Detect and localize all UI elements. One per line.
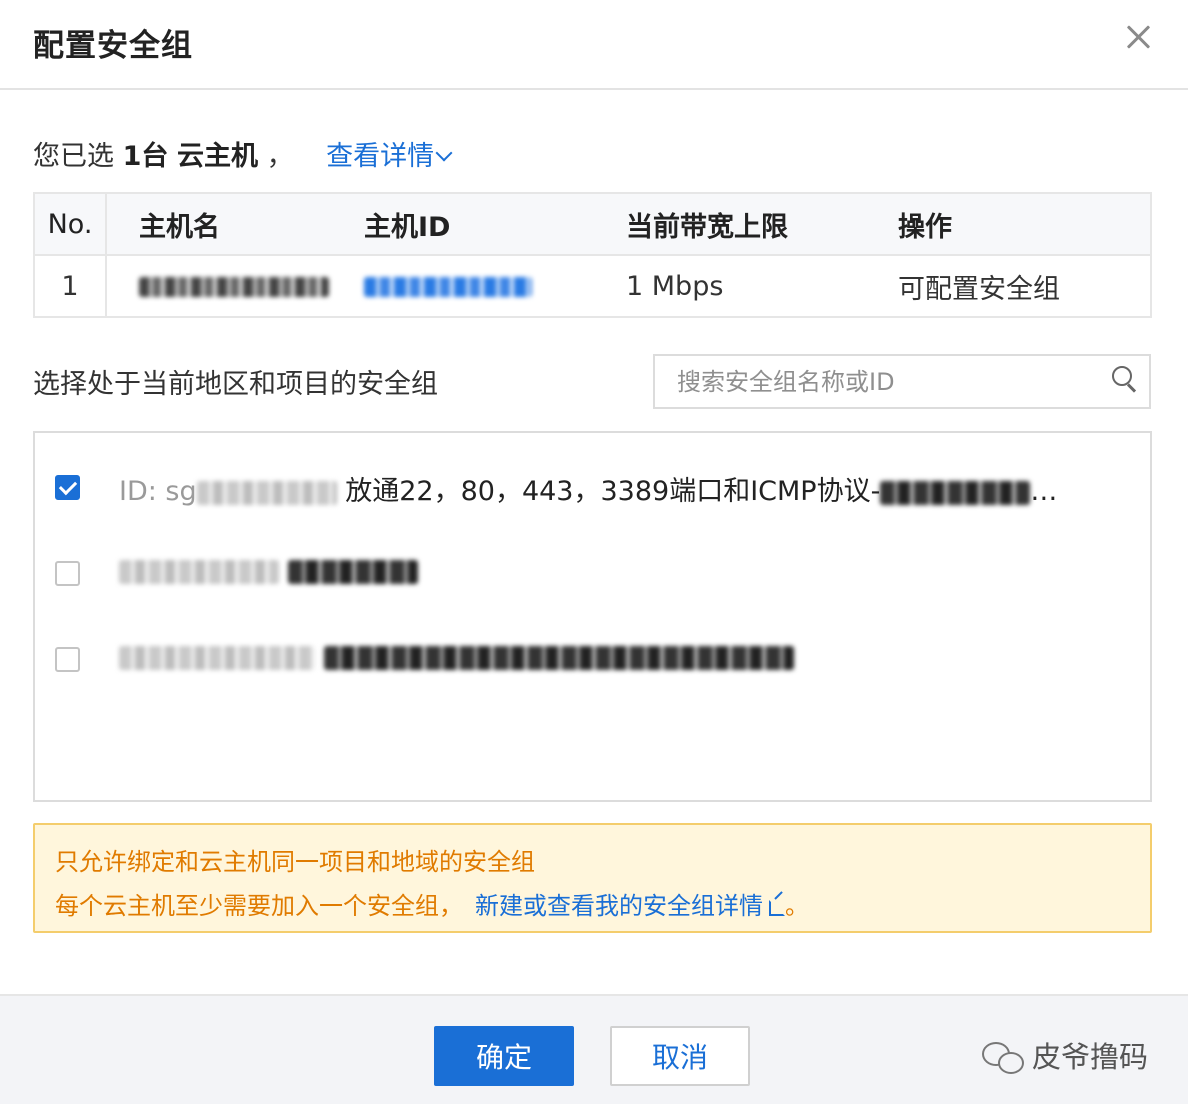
list-item[interactable] [35,635,1150,685]
cell-action: 可配置安全组 [898,254,1152,318]
close-icon[interactable] [1120,20,1158,58]
security-group-text: ID: sg 放通22，80，443，3389端口和ICMP协议-… [119,476,1058,507]
security-group-label: 选择处于当前地区和项目的安全组 [33,369,438,400]
confirm-button[interactable]: 确定 [434,1026,574,1086]
notice-line-1: 只允许绑定和云主机同一项目和地域的安全组 [55,848,535,876]
col-header-bandwidth: 当前带宽上限 [626,192,898,256]
notice-line-2: 每个云主机至少需要加入一个安全组， 新建或查看我的安全组详情。 [55,886,809,921]
chevron-down-icon [435,144,453,162]
selection-prefix: 您已选 [33,141,114,172]
table-header-row: No. 主机名 主机ID 当前带宽上限 操作 [33,192,1152,256]
redacted-id [119,559,279,584]
watermark: 皮爷撸码 [982,1034,1148,1074]
col-header-action: 操作 [898,192,1152,256]
selection-unit: 云主机 [176,141,258,172]
security-group-text [119,641,794,672]
table-row: 1 1 Mbps 可配置安全组 [33,254,1152,318]
cell-bandwidth: 1 Mbps [626,254,898,318]
notice-line-2-text: 每个云主机至少需要加入一个安全组， [55,892,463,920]
cell-host-id[interactable] [364,254,626,318]
security-group-id: ID: sg [119,476,197,507]
selection-count: 1台 [122,141,169,172]
col-header-host-id: 主机ID [364,192,626,256]
cell-no: 1 [33,254,107,318]
col-header-hostname: 主机名 [106,192,364,256]
security-group-details-link[interactable]: 新建或查看我的安全组详情 [475,892,785,920]
checkbox-unchecked[interactable] [55,561,80,586]
search-box [653,354,1151,409]
security-group-dialog: 配置安全组 您已选 1台 云主机 ， 查看详情 No. 主机名 主机ID 当前带… [0,0,1188,1104]
selection-summary: 您已选 1台 云主机 ， 查看详情 [33,134,453,173]
redacted-name [880,480,1031,505]
security-group-name: 放通22，80，443，3389端口和ICMP协议- [345,476,881,507]
security-group-list: ID: sg 放通22，80，443，3389端口和ICMP协议-… [33,431,1152,802]
redacted-name [287,559,418,584]
list-item[interactable]: ID: sg 放通22，80，443，3389端口和ICMP协议-… [35,463,1150,513]
redacted-hostname [139,277,329,297]
view-details-label: 查看详情 [326,141,435,172]
external-link-icon [769,900,785,916]
notice-link-label: 新建或查看我的安全组详情 [475,892,763,920]
redacted-name [323,645,794,670]
watermark-text: 皮爷撸码 [1032,1040,1149,1074]
search-input[interactable] [677,364,1097,400]
cancel-button[interactable]: 取消 [610,1026,750,1086]
checkbox-checked[interactable] [55,475,80,500]
view-details-link[interactable]: 查看详情 [326,141,453,172]
dialog-header: 配置安全组 [0,0,1188,90]
redacted-host-id [364,277,532,297]
cell-hostname [106,254,364,318]
selection-separator: ， [266,141,294,172]
notice-box: 只允许绑定和云主机同一项目和地域的安全组 每个云主机至少需要加入一个安全组， 新建… [33,823,1152,933]
col-header-no: No. [33,192,107,256]
dialog-title: 配置安全组 [33,28,193,64]
notice-suffix: 。 [785,892,809,920]
hosts-table: No. 主机名 主机ID 当前带宽上限 操作 1 1 Mbps 可配置安全组 [33,192,1152,318]
security-group-text [119,555,418,586]
redacted-id [119,645,315,670]
checkbox-unchecked[interactable] [55,647,80,672]
wechat-icon [982,1042,1026,1076]
redacted-id [196,480,337,505]
search-icon[interactable] [1112,366,1138,393]
list-item[interactable] [35,549,1150,599]
